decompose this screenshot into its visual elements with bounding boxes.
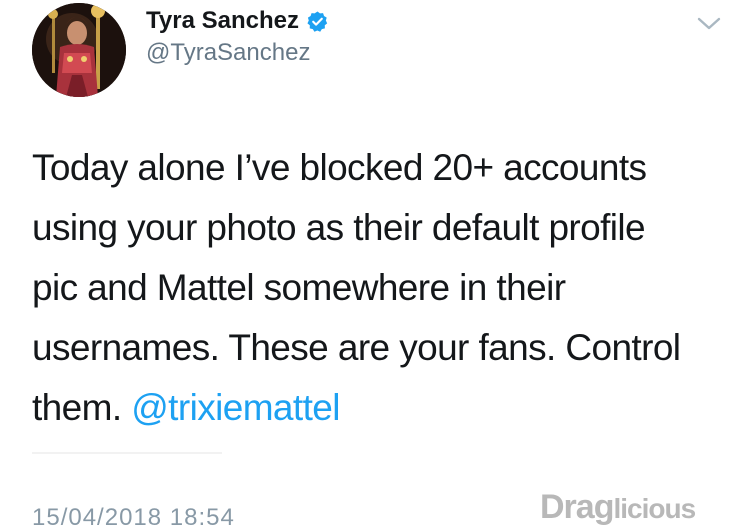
verified-badge-icon bbox=[307, 10, 328, 32]
author-name-row: Tyra Sanchez bbox=[146, 8, 329, 34]
tweet-card: Tyra Sanchez @TyraSanchez Today alone I’… bbox=[0, 0, 750, 531]
watermark-suffix: licious bbox=[613, 493, 696, 524]
tweet-text-line: using your photo as their default profil… bbox=[32, 207, 646, 248]
tweet-text-last-line: them. @trixiemattel bbox=[32, 378, 722, 438]
tweet-text-line-start: them. bbox=[32, 387, 132, 428]
author-info: Tyra Sanchez @TyraSanchez bbox=[146, 8, 329, 68]
tweet-timestamp[interactable]: 15/04/2018 18:54 bbox=[32, 504, 235, 532]
chevron-down-icon[interactable] bbox=[694, 8, 724, 38]
tweet-text-line: Today alone I’ve blocked 20+ accounts bbox=[32, 147, 647, 188]
author-display-name[interactable]: Tyra Sanchez bbox=[146, 8, 299, 34]
tweet-text-line: pic and Mattel somewhere in their bbox=[32, 267, 566, 308]
watermark-prefix: Drag bbox=[540, 488, 614, 526]
mention-link[interactable]: @trixiemattel bbox=[131, 387, 340, 428]
author-avatar[interactable] bbox=[32, 3, 126, 97]
divider bbox=[32, 452, 222, 454]
tweet-text-line: usernames. These are your fans. Control bbox=[32, 327, 681, 368]
tweet-text: Today alone I’ve blocked 20+ accounts us… bbox=[32, 138, 722, 438]
avatar-image bbox=[32, 3, 126, 97]
author-handle[interactable]: @TyraSanchez bbox=[146, 38, 329, 68]
watermark-logo: Draglicious bbox=[540, 488, 696, 527]
